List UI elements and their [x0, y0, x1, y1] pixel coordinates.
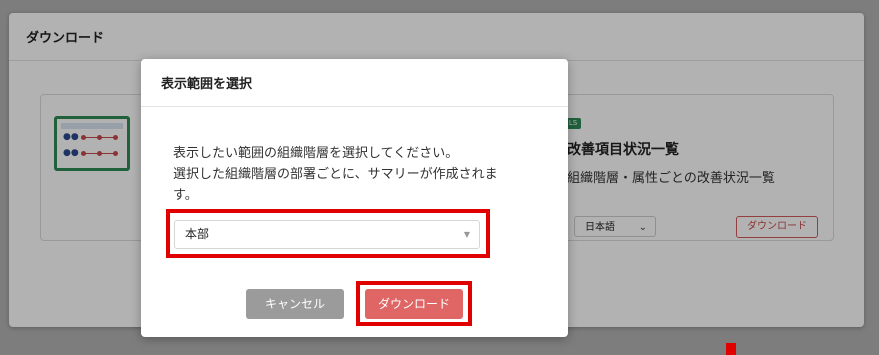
modal-description: 表示したい範囲の組織階層を選択してください。 選択した組織階層の部署ごとに、サマ…	[173, 143, 543, 206]
modal-description-line: 表示したい範囲の組織階層を選択してください。	[173, 146, 459, 161]
dropdown-caret-icon: ▼	[463, 230, 470, 239]
organization-level-select[interactable]: 本部 ▼	[174, 220, 480, 249]
download-button[interactable]: ダウンロード	[365, 289, 463, 319]
annotation-marker	[726, 343, 736, 355]
organization-level-select-value: 本部	[185, 227, 210, 241]
modal-title: 表示範囲を選択	[141, 59, 568, 107]
modal-description-line: す。	[173, 188, 198, 203]
cancel-button[interactable]: キャンセル	[246, 289, 344, 319]
modal-description-line: 選択した組織階層の部署ごとに、サマリーが作成されま	[173, 167, 498, 182]
scope-select-modal: 表示範囲を選択 表示したい範囲の組織階層を選択してください。 選択した組織階層の…	[141, 59, 568, 337]
